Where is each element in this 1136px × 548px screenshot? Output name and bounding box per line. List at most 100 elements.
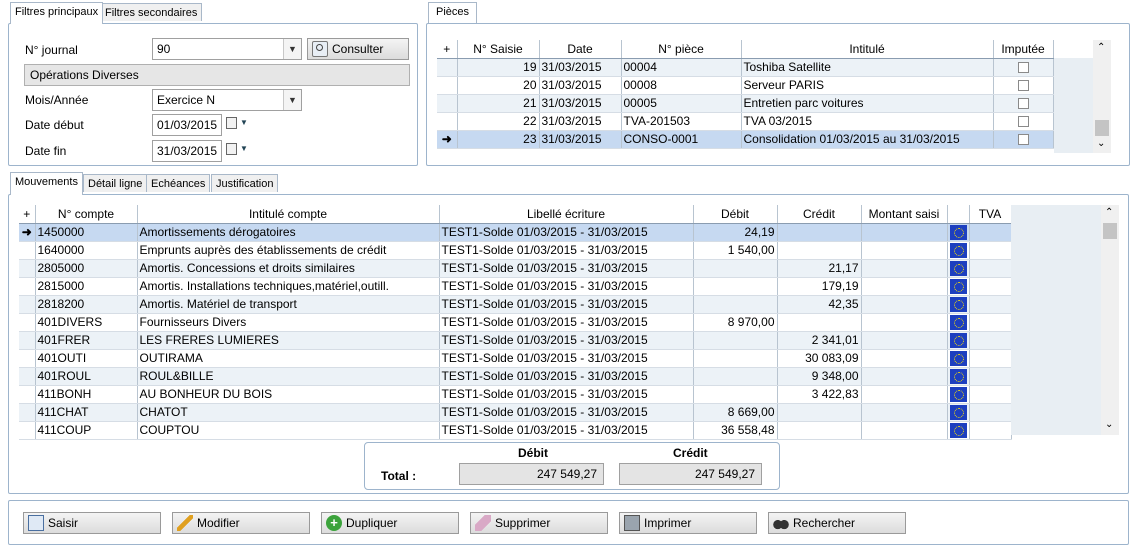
column-header[interactable]: Imputée xyxy=(993,40,1054,59)
modifier-button[interactable]: Modifier xyxy=(172,512,310,534)
total-debit-header: Débit xyxy=(518,446,548,460)
currency-flag-icon[interactable] xyxy=(949,332,967,348)
chevron-down-icon[interactable]: ▼ xyxy=(283,39,301,59)
table-row[interactable]: 401OUTI OUTIRAMA TEST1-Solde 01/03/2015 - … xyxy=(19,349,1012,368)
column-options-icon[interactable]: + xyxy=(437,40,458,59)
currency-flag-icon[interactable] xyxy=(949,224,967,240)
tab-justification[interactable]: Justification xyxy=(211,174,279,192)
chevron-up-icon[interactable]: ⌃ xyxy=(1097,42,1105,53)
currency-flag-icon[interactable] xyxy=(949,350,967,366)
imputee-checkbox[interactable] xyxy=(1017,80,1029,92)
chevron-down-icon[interactable]: ⌄ xyxy=(1097,138,1105,149)
table-row[interactable]: 401FRER LES FRERES LUMIERES TEST1-Solde 01… xyxy=(19,331,1012,350)
calendar-icon[interactable] xyxy=(226,143,237,155)
table-row[interactable]: 411BONH AU BONHEUR DU BOIS TEST1-Solde 01/… xyxy=(19,385,1012,404)
consult-button[interactable]: Consulter xyxy=(307,38,409,60)
imputee-checkbox[interactable] xyxy=(1017,134,1029,146)
start-date-label: Date début xyxy=(25,118,84,132)
eraser-icon xyxy=(475,515,491,531)
tab-pieces[interactable]: Pièces xyxy=(428,2,478,24)
tab-filtres-secondaires[interactable]: Filtres secondaires xyxy=(100,3,203,21)
tab-echeances[interactable]: Echéances xyxy=(146,174,211,192)
imputee-checkbox[interactable] xyxy=(1017,98,1029,110)
tab-detail-ligne[interactable]: Détail ligne xyxy=(83,174,148,192)
currency-flag-icon[interactable] xyxy=(949,314,967,330)
tab-mouvements[interactable]: Mouvements xyxy=(10,172,83,195)
end-date-label: Date fin xyxy=(25,144,67,158)
column-header[interactable]: Débit xyxy=(693,205,778,224)
action-bar: Saisir Modifier + Dupliquer Supprimer Im… xyxy=(8,500,1129,545)
column-header[interactable]: Intitulé compte xyxy=(137,205,440,224)
total-credit-header: Crédit xyxy=(673,446,708,460)
table-row[interactable]: 20 31/03/2015 00008 Serveur PARIS xyxy=(437,76,1054,95)
imputee-checkbox[interactable] xyxy=(1017,116,1029,128)
pieces-scrollbar[interactable]: ⌃ ⌄ xyxy=(1093,40,1111,153)
table-row-selected[interactable]: ➜ 23 31/03/2015 CONSO-0001 Consolidation 01/… xyxy=(437,130,1054,149)
scrollbar-thumb[interactable] xyxy=(1103,223,1117,239)
currency-flag-icon[interactable] xyxy=(949,422,967,438)
pieces-panel: + N° Saisie Date N° pièce Intitulé Imput… xyxy=(426,23,1130,166)
column-header[interactable]: Date xyxy=(539,40,622,59)
table-row-selected[interactable]: ➜ 1450000 Amortissements dérogatoires TEST1… xyxy=(19,223,1012,242)
grid-filler xyxy=(1054,58,1093,153)
month-value: Exercice N xyxy=(157,93,216,107)
table-row[interactable]: 401ROUL ROUL&BILLE TEST1-Solde 01/03/2015 … xyxy=(19,367,1012,386)
dupliquer-label: Dupliquer xyxy=(346,516,398,530)
column-header[interactable]: N° Saisie xyxy=(457,40,540,59)
movements-panel: + N° compte Intitulé compte Libellé écri… xyxy=(8,194,1129,494)
month-select[interactable]: Exercice N ▼ xyxy=(152,89,302,111)
column-header[interactable]: Intitulé xyxy=(741,40,994,59)
chevron-down-icon[interactable]: ▼ xyxy=(283,90,301,110)
saisir-button[interactable]: Saisir xyxy=(23,512,161,534)
table-row[interactable]: 1640000 Emprunts auprès des établissement… xyxy=(19,241,1012,260)
currency-flag-icon[interactable] xyxy=(949,296,967,312)
end-date-input[interactable]: 31/03/2015 xyxy=(152,140,222,162)
currency-flag-icon[interactable] xyxy=(949,368,967,384)
column-header[interactable]: N° pièce xyxy=(621,40,742,59)
currency-flag-icon[interactable] xyxy=(949,278,967,294)
chevron-up-icon[interactable]: ⌃ xyxy=(1105,207,1113,218)
table-row[interactable]: 2815000 Amortis. Installations techniques… xyxy=(19,277,1012,296)
table-row[interactable]: 21 31/03/2015 00005 Entretien parc voitures xyxy=(437,94,1054,113)
column-header[interactable]: Libellé écriture xyxy=(439,205,694,224)
column-header[interactable]: TVA xyxy=(969,205,1012,224)
pencil-paper-icon xyxy=(28,515,44,531)
dupliquer-button[interactable]: + Dupliquer xyxy=(321,512,459,534)
chevron-down-icon[interactable]: ⌄ xyxy=(1105,419,1113,430)
column-header[interactable]: N° compte xyxy=(35,205,138,224)
currency-flag-icon[interactable] xyxy=(949,260,967,276)
currency-flag-icon[interactable] xyxy=(949,404,967,420)
row-pointer-icon: ➜ xyxy=(19,223,36,242)
supprimer-button[interactable]: Supprimer xyxy=(470,512,608,534)
journal-select[interactable]: 90 ▼ xyxy=(152,38,302,60)
start-date-input[interactable]: 01/03/2015 xyxy=(152,114,222,136)
table-row[interactable]: 22 31/03/2015 TVA-201503 TVA 03/2015 xyxy=(437,112,1054,131)
scrollbar-thumb[interactable] xyxy=(1095,120,1109,136)
table-row[interactable]: 411COUP COUPTOU TEST1-Solde 01/03/2015 - 3… xyxy=(19,421,1012,440)
column-header[interactable]: Crédit xyxy=(777,205,862,224)
imputee-checkbox[interactable] xyxy=(1017,62,1029,74)
journal-name: Opérations Diverses xyxy=(30,68,139,82)
binoculars-icon xyxy=(773,515,789,531)
column-options-icon[interactable]: + xyxy=(19,205,36,224)
caret-down-icon[interactable]: ▼ xyxy=(240,118,248,127)
total-debit-value: 247 549,27 xyxy=(536,467,597,481)
journal-label: N° journal xyxy=(25,43,78,57)
table-row[interactable]: 2818200 Amortis. Matériel de transport TES… xyxy=(19,295,1012,314)
imprimer-button[interactable]: Imprimer xyxy=(619,512,757,534)
caret-down-icon[interactable]: ▼ xyxy=(240,144,248,153)
rechercher-button[interactable]: Rechercher xyxy=(768,512,906,534)
currency-flag-icon[interactable] xyxy=(949,386,967,402)
table-row[interactable]: 19 31/03/2015 00004 Toshiba Satellite xyxy=(437,58,1054,77)
column-header[interactable]: Montant saisi xyxy=(861,205,948,224)
movements-scrollbar[interactable]: ⌃ ⌄ xyxy=(1101,205,1119,435)
table-row[interactable]: 411CHAT CHATOT TEST1-Solde 01/03/2015 - 31… xyxy=(19,403,1012,422)
table-row[interactable]: 2805000 Amortis. Concessions et droits si… xyxy=(19,259,1012,278)
tab-filtres-principaux[interactable]: Filtres principaux xyxy=(10,2,104,24)
imprimer-label: Imprimer xyxy=(644,516,692,530)
month-label: Mois/Année xyxy=(25,93,89,107)
currency-flag-icon[interactable] xyxy=(949,242,967,258)
total-credit-value: 247 549,27 xyxy=(694,467,755,481)
calendar-icon[interactable] xyxy=(226,117,237,129)
table-row[interactable]: 401DIVERS Fournisseurs Divers TEST1-Solde … xyxy=(19,313,1012,332)
